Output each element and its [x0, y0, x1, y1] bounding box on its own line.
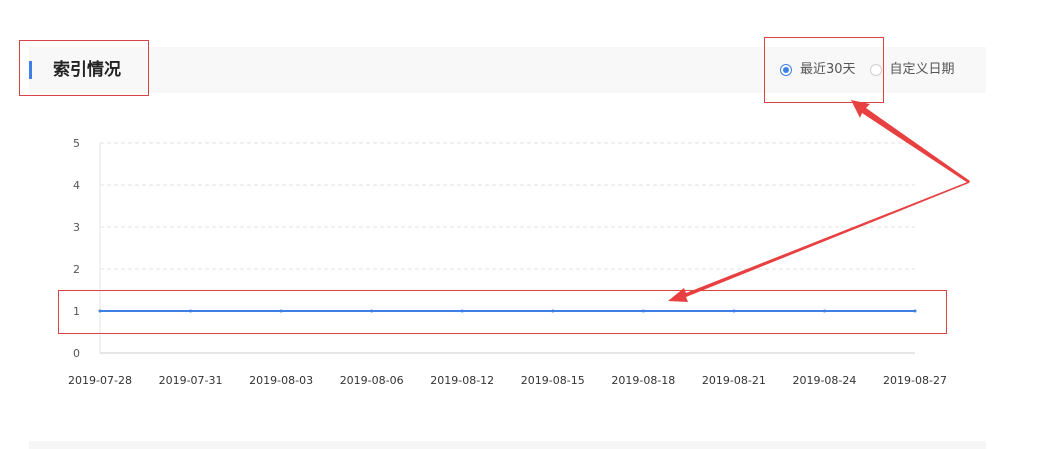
- y-tick-label: 5: [73, 137, 80, 150]
- x-tick-label: 2019-08-18: [611, 374, 675, 387]
- data-point: [98, 309, 102, 313]
- data-point: [641, 309, 645, 313]
- x-tick-label: 2019-08-21: [702, 374, 766, 387]
- data-point: [189, 309, 193, 313]
- x-tick-label: 2019-08-12: [430, 374, 494, 387]
- x-tick-label: 2019-08-06: [340, 374, 404, 387]
- y-tick-label: 1: [73, 305, 80, 318]
- x-tick-label: 2019-08-03: [249, 374, 313, 387]
- data-point: [460, 309, 464, 313]
- data-point: [732, 309, 736, 313]
- y-tick-label: 4: [73, 179, 80, 192]
- index-line-chart: 0 1 2 3 4 5 2019-07-28 2019-07-31 2019-08-03 2019…: [68, 137, 947, 387]
- data-point: [370, 309, 374, 313]
- x-tick-label: 2019-07-31: [159, 374, 223, 387]
- data-point: [551, 309, 555, 313]
- x-tick-label: 2019-08-24: [792, 374, 856, 387]
- next-section-bar: [29, 441, 986, 449]
- y-tick-label: 2: [73, 263, 80, 276]
- data-point: [913, 309, 917, 313]
- x-tick-label: 2019-08-27: [883, 374, 947, 387]
- data-point: [279, 309, 283, 313]
- data-point: [822, 309, 826, 313]
- y-tick-label: 3: [73, 221, 80, 234]
- x-tick-label: 2019-07-28: [68, 374, 132, 387]
- y-tick-label: 0: [73, 347, 80, 360]
- x-tick-label: 2019-08-15: [521, 374, 585, 387]
